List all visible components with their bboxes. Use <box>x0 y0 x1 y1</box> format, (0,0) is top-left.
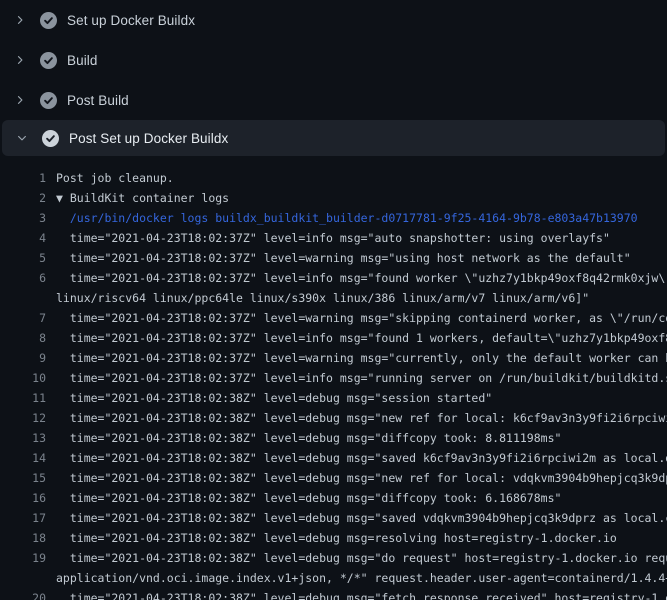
log-line-number[interactable]: 8 <box>0 328 46 348</box>
log-line-text: time="2021-04-23T18:02:38Z" level=debug … <box>56 508 667 528</box>
log-line-text: time="2021-04-23T18:02:38Z" level=debug … <box>56 448 667 468</box>
log-line: 16 time="2021-04-23T18:02:38Z" level=deb… <box>0 488 667 508</box>
log-line-number[interactable]: 18 <box>0 528 46 548</box>
log-line-number[interactable]: 11 <box>0 388 46 408</box>
steps-list: Set up Docker Buildx Build <box>0 0 667 156</box>
step-row-post-set-up-docker-buildx[interactable]: Post Set up Docker Buildx <box>2 120 665 156</box>
log-line-number[interactable]: 10 <box>0 368 46 388</box>
log-line: 10 time="2021-04-23T18:02:37Z" level=inf… <box>0 368 667 388</box>
step-label: Post Build <box>67 93 129 108</box>
log-line: 3 /usr/bin/docker logs buildx_buildkit_b… <box>0 208 667 228</box>
log-line-number[interactable]: 1 <box>0 168 46 188</box>
log-line-text: time="2021-04-23T18:02:38Z" level=debug … <box>56 388 492 408</box>
log-line: 6 time="2021-04-23T18:02:37Z" level=info… <box>0 268 667 288</box>
log-line-text: time="2021-04-23T18:02:38Z" level=debug … <box>56 428 561 448</box>
log-line: 4 time="2021-04-23T18:02:37Z" level=info… <box>0 228 667 248</box>
step-label: Set up Docker Buildx <box>67 13 195 28</box>
log-line-text: time="2021-04-23T18:02:38Z" level=debug … <box>56 408 667 428</box>
log-line: 15 time="2021-04-23T18:02:38Z" level=deb… <box>0 468 667 488</box>
log-line-number[interactable]: 7 <box>0 308 46 328</box>
chevron-right-icon <box>12 92 28 108</box>
log-line: 9 time="2021-04-23T18:02:37Z" level=warn… <box>0 348 667 368</box>
log-line-number[interactable] <box>0 568 46 588</box>
log-line: 11 time="2021-04-23T18:02:38Z" level=deb… <box>0 388 667 408</box>
check-circle-icon <box>42 130 59 147</box>
log-line-text: time="2021-04-23T18:02:38Z" level=debug … <box>56 528 617 548</box>
step-row-set-up-docker-buildx[interactable]: Set up Docker Buildx <box>0 0 667 40</box>
log-lines: 1 Post job cleanup. 2 ▼ BuildKit contain… <box>0 156 667 600</box>
log-command-text: /usr/bin/docker logs buildx_buildkit_bui… <box>56 208 638 228</box>
log-line: 1 Post job cleanup. <box>0 168 667 188</box>
log-line-text: time="2021-04-23T18:02:37Z" level=info m… <box>56 328 667 348</box>
log-line: linux/riscv64 linux/ppc64le linux/s390x … <box>0 288 667 308</box>
log-line-text: linux/riscv64 linux/ppc64le linux/s390x … <box>56 288 589 308</box>
chevron-right-icon <box>12 52 28 68</box>
log-line-number[interactable]: 5 <box>0 248 46 268</box>
chevron-down-icon <box>14 130 30 146</box>
step-label: Post Set up Docker Buildx <box>69 131 228 146</box>
log-line: application/vnd.oci.image.index.v1+json,… <box>0 568 667 588</box>
step-row-post-build[interactable]: Post Build <box>0 80 667 120</box>
log-line-number[interactable]: 16 <box>0 488 46 508</box>
step-row-build[interactable]: Build <box>0 40 667 80</box>
log-line-number[interactable]: 17 <box>0 508 46 528</box>
log-line-text: time="2021-04-23T18:02:37Z" level=info m… <box>56 368 667 388</box>
check-circle-icon <box>40 12 57 29</box>
log-line: 19 time="2021-04-23T18:02:38Z" level=deb… <box>0 548 667 568</box>
log-line-text: time="2021-04-23T18:02:37Z" level=warnin… <box>56 308 667 328</box>
log-line-number[interactable]: 15 <box>0 468 46 488</box>
log-line-text: Post job cleanup. <box>56 168 174 188</box>
log-line: 2 ▼ BuildKit container logs <box>0 188 667 208</box>
log-line-number[interactable]: 14 <box>0 448 46 468</box>
log-line-number[interactable]: 3 <box>0 208 46 228</box>
log-group-toggle[interactable]: ▼ BuildKit container logs <box>56 188 229 208</box>
log-line-number[interactable]: 12 <box>0 408 46 428</box>
log-line-number[interactable]: 6 <box>0 268 46 288</box>
step-label: Build <box>67 53 98 68</box>
log-line-text: time="2021-04-23T18:02:38Z" level=debug … <box>56 588 667 600</box>
log-line-text: time="2021-04-23T18:02:37Z" level=warnin… <box>56 348 667 368</box>
log-line-number[interactable]: 4 <box>0 228 46 248</box>
chevron-right-icon <box>12 12 28 28</box>
log-line-text: application/vnd.oci.image.index.v1+json,… <box>56 568 667 588</box>
log-line: 17 time="2021-04-23T18:02:38Z" level=deb… <box>0 508 667 528</box>
log-line-number[interactable]: 20 <box>0 588 46 600</box>
log-line-text: time="2021-04-23T18:02:38Z" level=debug … <box>56 488 561 508</box>
log-line-text: time="2021-04-23T18:02:38Z" level=debug … <box>56 548 667 568</box>
log-line: 12 time="2021-04-23T18:02:38Z" level=deb… <box>0 408 667 428</box>
log-line-text: time="2021-04-23T18:02:38Z" level=debug … <box>56 468 667 488</box>
check-circle-icon <box>40 52 57 69</box>
log-line: 7 time="2021-04-23T18:02:37Z" level=warn… <box>0 308 667 328</box>
log-line-text: time="2021-04-23T18:02:37Z" level=info m… <box>56 268 667 288</box>
log-line-number[interactable]: 19 <box>0 548 46 568</box>
log-line: 13 time="2021-04-23T18:02:38Z" level=deb… <box>0 428 667 448</box>
log-line-number[interactable]: 13 <box>0 428 46 448</box>
log-line: 20 time="2021-04-23T18:02:38Z" level=deb… <box>0 588 667 600</box>
log-line-text: time="2021-04-23T18:02:37Z" level=warnin… <box>56 248 631 268</box>
log-line: 14 time="2021-04-23T18:02:38Z" level=deb… <box>0 448 667 468</box>
log-line: 5 time="2021-04-23T18:02:37Z" level=warn… <box>0 248 667 268</box>
log-line-number[interactable]: 2 <box>0 188 46 208</box>
check-circle-icon <box>40 92 57 109</box>
log-line: 8 time="2021-04-23T18:02:37Z" level=info… <box>0 328 667 348</box>
log-line-number[interactable] <box>0 288 46 308</box>
log-line: 18 time="2021-04-23T18:02:38Z" level=deb… <box>0 528 667 548</box>
log-line-number[interactable]: 9 <box>0 348 46 368</box>
actions-log-viewer: Set up Docker Buildx Build <box>0 0 667 600</box>
log-line-text: time="2021-04-23T18:02:37Z" level=info m… <box>56 228 610 248</box>
